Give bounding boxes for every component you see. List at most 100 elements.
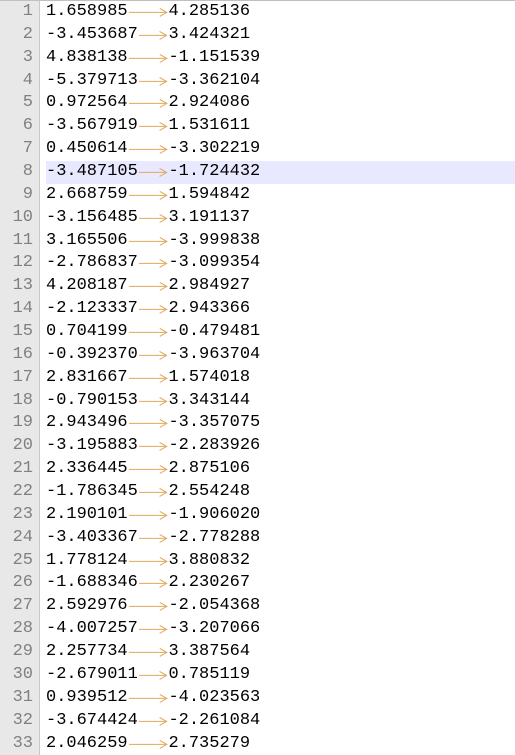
editor-line[interactable]: 4.208187 2.984927 (46, 275, 515, 298)
line-number: 29 (0, 641, 33, 664)
value-a: 2.257734 (46, 641, 128, 664)
editor-line[interactable]: 0.450614 -3.302219 (46, 138, 515, 161)
editor-content[interactable]: 1.658985 4.285136-3.453687 3.4243214.838… (40, 1, 515, 755)
value-a: -0.392370 (46, 344, 138, 367)
value-b: -3.999838 (168, 230, 260, 253)
line-number: 17 (0, 367, 33, 390)
editor-line[interactable]: -3.674424 -2.261084 (46, 710, 515, 733)
value-a: -2.786837 (46, 252, 138, 275)
tab-arrow-icon (128, 504, 169, 527)
value-a: 2.592976 (46, 595, 128, 618)
value-b: 3.387564 (168, 641, 250, 664)
value-b: -3.963704 (168, 344, 260, 367)
value-b: 2.875106 (168, 458, 250, 481)
editor-line[interactable]: -0.790153 3.343144 (46, 390, 515, 413)
line-number: 26 (0, 572, 33, 595)
editor-line[interactable]: 2.046259 2.735279 (46, 733, 515, 755)
value-b: -0.479481 (168, 321, 260, 344)
value-a: 0.972564 (46, 92, 128, 115)
value-b: 0.785119 (168, 664, 250, 687)
value-b: -2.283926 (168, 435, 260, 458)
editor-line[interactable]: 2.336445 2.875106 (46, 458, 515, 481)
editor-line[interactable]: -2.786837 -3.099354 (46, 252, 515, 275)
value-a: 2.943496 (46, 412, 128, 435)
value-b: -1.724432 (168, 161, 260, 184)
tab-arrow-icon (128, 321, 169, 344)
tab-arrow-icon (128, 458, 169, 481)
line-number: 11 (0, 230, 33, 253)
line-number: 19 (0, 412, 33, 435)
value-a: -3.156485 (46, 207, 138, 230)
editor-line[interactable]: 2.592976 -2.054368 (46, 595, 515, 618)
tab-arrow-icon (138, 115, 169, 138)
value-b: 2.554248 (168, 481, 250, 504)
value-a: 2.046259 (46, 733, 128, 755)
value-a: 2.668759 (46, 184, 128, 207)
value-a: -3.195883 (46, 435, 138, 458)
line-number: 14 (0, 298, 33, 321)
editor-line[interactable]: -1.786345 2.554248 (46, 481, 515, 504)
value-b: -4.023563 (168, 687, 260, 710)
tab-arrow-icon (128, 367, 169, 390)
value-b: 2.230267 (168, 572, 250, 595)
value-b: 2.924086 (168, 92, 250, 115)
editor-line[interactable]: 1.778124 3.880832 (46, 550, 515, 573)
value-b: 2.735279 (168, 733, 250, 755)
value-a: -3.487105 (46, 161, 138, 184)
line-number: 1 (0, 1, 33, 24)
editor-line[interactable]: 3.165506 -3.999838 (46, 230, 515, 253)
editor-line[interactable]: -3.453687 3.424321 (46, 24, 515, 47)
value-a: 4.208187 (46, 275, 128, 298)
editor-line[interactable]: 0.972564 2.924086 (46, 92, 515, 115)
value-b: 4.285136 (168, 1, 250, 24)
editor-line[interactable]: -3.567919 1.531611 (46, 115, 515, 138)
line-number: 13 (0, 275, 33, 298)
editor-line[interactable]: 4.838138 -1.151539 (46, 47, 515, 70)
value-a: 4.838138 (46, 47, 128, 70)
editor-line[interactable]: 2.668759 1.594842 (46, 184, 515, 207)
editor-line[interactable]: -3.156485 3.191137 (46, 207, 515, 230)
editor-line[interactable]: -3.403367 -2.778288 (46, 527, 515, 550)
value-a: 0.450614 (46, 138, 128, 161)
value-b: -3.362104 (168, 70, 260, 93)
editor-line[interactable]: -4.007257 -3.207066 (46, 618, 515, 641)
line-number: 30 (0, 664, 33, 687)
editor-line[interactable]: -1.688346 2.230267 (46, 572, 515, 595)
editor-line[interactable]: -2.123337 2.943366 (46, 298, 515, 321)
tab-arrow-icon (138, 527, 169, 550)
editor-line[interactable]: -3.195883 -2.283926 (46, 435, 515, 458)
editor-line[interactable]: -2.679011 0.785119 (46, 664, 515, 687)
value-b: -2.054368 (168, 595, 260, 618)
value-b: -3.207066 (168, 618, 260, 641)
tab-arrow-icon (138, 207, 169, 230)
editor-line[interactable]: 2.943496 -3.357075 (46, 412, 515, 435)
line-number: 7 (0, 138, 33, 161)
value-b: -3.099354 (168, 252, 260, 275)
editor-line[interactable]: 0.939512 -4.023563 (46, 687, 515, 710)
tab-arrow-icon (138, 70, 169, 93)
tab-arrow-icon (128, 687, 169, 710)
value-b: 3.880832 (168, 550, 250, 573)
tab-arrow-icon (138, 481, 169, 504)
line-number: 31 (0, 687, 33, 710)
editor-line[interactable]: 2.257734 3.387564 (46, 641, 515, 664)
line-number: 5 (0, 92, 33, 115)
tab-arrow-icon (128, 550, 169, 573)
editor-line[interactable]: -5.379713 -3.362104 (46, 70, 515, 93)
editor-line[interactable]: -0.392370 -3.963704 (46, 344, 515, 367)
line-number: 28 (0, 618, 33, 641)
editor-line[interactable]: 2.831667 1.574018 (46, 367, 515, 390)
value-a: -2.123337 (46, 298, 138, 321)
editor-line[interactable]: -3.487105 -1.724432 (46, 161, 515, 184)
line-number: 20 (0, 435, 33, 458)
editor-line[interactable]: 1.658985 4.285136 (46, 1, 515, 24)
value-a: 0.939512 (46, 687, 128, 710)
line-number: 3 (0, 47, 33, 70)
value-b: -1.151539 (168, 47, 260, 70)
line-number: 27 (0, 595, 33, 618)
value-a: -4.007257 (46, 618, 138, 641)
editor-line[interactable]: 2.190101 -1.906020 (46, 504, 515, 527)
value-b: 3.424321 (168, 24, 250, 47)
editor-line[interactable]: 0.704199 -0.479481 (46, 321, 515, 344)
value-b: 2.943366 (168, 298, 250, 321)
